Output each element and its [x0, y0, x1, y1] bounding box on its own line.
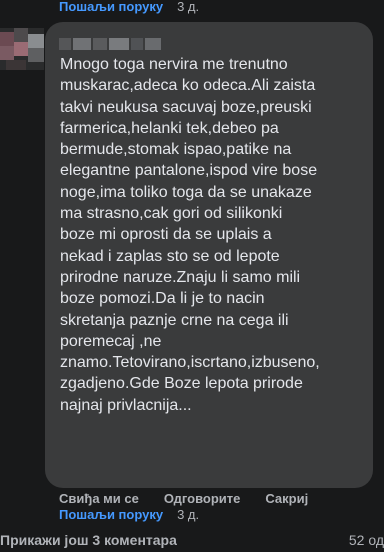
timestamp[interactable]: 3 д.: [177, 507, 199, 522]
send-message-link[interactable]: Пошаљи поруку: [59, 0, 163, 14]
timestamp[interactable]: 3 д.: [177, 0, 199, 14]
comment-text: Mnogo toga nervira me trenutno muskarac,…: [60, 56, 320, 414]
comments-count: 52 од: [348, 532, 384, 548]
hide-button[interactable]: Сакриј: [265, 491, 308, 506]
like-button[interactable]: Свиђа ми се: [59, 491, 139, 506]
comment-secondary-actions: Пошаљи поруку 3 д.: [59, 505, 199, 523]
avatar[interactable]: [0, 28, 44, 70]
author-name-blurred[interactable]: [59, 38, 163, 50]
comment-bubble: Mnogo toga nervira me trenutno muskarac,…: [45, 22, 373, 488]
view-more-comments-label[interactable]: Прикажи још 3 коментара: [0, 532, 177, 548]
send-message-link[interactable]: Пошаљи поруку: [59, 507, 163, 522]
reply-button[interactable]: Одговорите: [164, 491, 241, 506]
view-more-comments[interactable]: Прикажи још 3 коментара 52 од: [0, 532, 384, 552]
previous-comment-actions: Пошаљи поруку 3 д.: [59, 0, 199, 16]
